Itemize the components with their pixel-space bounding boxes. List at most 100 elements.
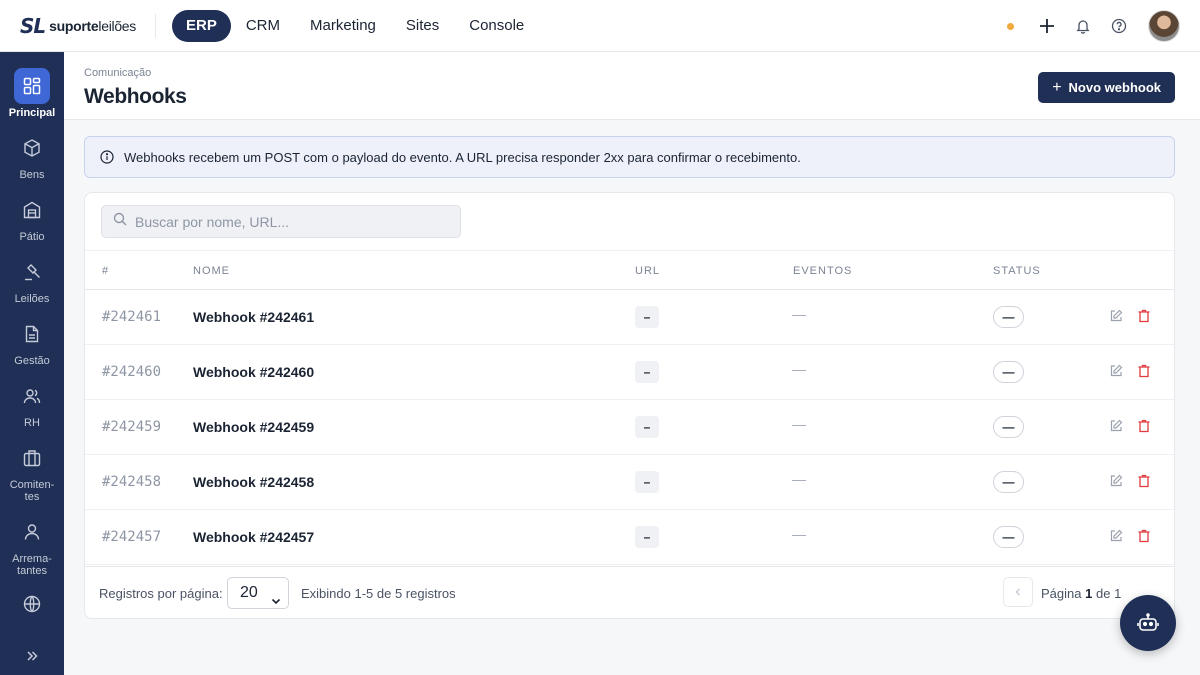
table-footer: Registros por página: 20 Exibindo 1-5 de… [85, 566, 1174, 618]
column-name[interactable]: Nome [193, 265, 230, 277]
row-id: #242458 [102, 474, 162, 490]
chevron-down-icon [270, 588, 282, 618]
row-url: – [635, 526, 659, 548]
records-summary: Exibindo 1-5 de 5 registros [301, 586, 456, 601]
edit-icon[interactable] [1109, 474, 1125, 490]
trash-icon[interactable] [1137, 529, 1153, 545]
column-events[interactable]: Eventos [793, 265, 852, 277]
sidebar-item-rh[interactable]: RH [0, 378, 64, 429]
row-status: — [993, 306, 1024, 328]
row-name[interactable]: Webhook #242459 [193, 419, 314, 435]
warehouse-icon [14, 192, 50, 228]
search-icon [113, 212, 127, 231]
sidebar-item-bens[interactable]: Bens [0, 130, 64, 181]
logo-mark: SL [20, 14, 46, 38]
breadcrumb[interactable]: Comunicação [84, 67, 151, 79]
per-page-value: 20 [240, 584, 258, 601]
row-id: #242461 [102, 309, 162, 325]
users-icon [14, 378, 50, 414]
page-title: Webhooks [84, 85, 187, 108]
column-status[interactable]: Status [993, 265, 1041, 277]
sidebar-item-gestao[interactable]: Gestão [0, 316, 64, 367]
row-events: — [792, 471, 806, 487]
top-nav: ERP CRM Marketing Sites Console [172, 10, 539, 42]
sidebar-item-label: Arrema- tantes [12, 553, 52, 577]
row-status: — [993, 471, 1024, 493]
chevron-left-icon [1015, 588, 1020, 596]
row-id: #242459 [102, 419, 162, 435]
column-url[interactable]: URL [635, 265, 660, 277]
sidebar-item-comitentes[interactable]: Comiten- tes [0, 440, 64, 503]
row-status: — [993, 526, 1024, 548]
help-icon[interactable] [1108, 15, 1130, 37]
sidebar-item-label: Bens [19, 169, 45, 181]
sidebar-item-leiloes[interactable]: Leilões [0, 254, 64, 305]
row-url: – [635, 361, 659, 383]
row-id: #242457 [102, 529, 162, 545]
edit-icon[interactable] [1109, 309, 1125, 325]
table-row[interactable]: #242457 Webhook #242457 – — — [85, 510, 1174, 565]
prev-page-button[interactable] [1003, 577, 1033, 607]
globe-icon [14, 586, 50, 622]
row-events: — [792, 526, 806, 542]
sidebar-item-label: RH [24, 417, 40, 429]
trash-icon[interactable] [1137, 309, 1153, 325]
robot-icon [1137, 613, 1159, 631]
per-page-select[interactable]: 20 [227, 577, 289, 609]
nav-console[interactable]: Console [454, 10, 539, 42]
table-header: # Nome URL Eventos Status [85, 250, 1174, 290]
table-row[interactable]: #242460 Webhook #242460 – — — [85, 345, 1174, 400]
trash-icon[interactable] [1137, 474, 1153, 490]
nav-erp[interactable]: ERP [172, 10, 231, 42]
row-status: — [993, 416, 1024, 438]
per-page-label: Registros por página: [99, 586, 223, 601]
row-name[interactable]: Webhook #242461 [193, 309, 314, 325]
row-events: — [792, 306, 806, 322]
search-box [101, 205, 461, 238]
row-url: – [635, 306, 659, 328]
webhooks-card: # Nome URL Eventos Status #242461 Webhook… [84, 192, 1175, 619]
row-url: – [635, 416, 659, 438]
trash-icon[interactable] [1137, 419, 1153, 435]
row-name[interactable]: Webhook #242458 [193, 474, 314, 490]
row-name[interactable]: Webhook #242457 [193, 529, 314, 545]
sidebar-item-label: Comiten- tes [9, 479, 55, 503]
search-input[interactable] [135, 213, 435, 230]
nav-sites[interactable]: Sites [391, 10, 454, 42]
row-events: — [792, 416, 806, 432]
sidebar-item-arrematantes[interactable]: Arrema- tantes [0, 514, 64, 577]
gavel-icon [14, 254, 50, 290]
brand-logo[interactable]: SL suporteleilões [20, 13, 136, 39]
avatar[interactable] [1148, 10, 1180, 42]
edit-icon[interactable] [1109, 529, 1125, 545]
plus-icon: + [1052, 78, 1062, 96]
info-text: Webhooks recebem um POST com o payload d… [124, 149, 801, 165]
edit-icon[interactable] [1109, 364, 1125, 380]
bell-icon[interactable] [1072, 15, 1094, 37]
trash-icon[interactable] [1137, 364, 1153, 380]
table-row[interactable]: #242458 Webhook #242458 – — — [85, 455, 1174, 510]
table-row[interactable]: #242461 Webhook #242461 – — — [85, 290, 1174, 345]
column-id[interactable]: # [102, 265, 109, 277]
nav-crm[interactable]: CRM [231, 10, 295, 42]
plus-icon[interactable] [1036, 15, 1058, 37]
edit-icon[interactable] [1109, 419, 1125, 435]
sidebar-item-sites[interactable] [0, 586, 64, 622]
row-events: — [792, 361, 806, 377]
info-banner: Webhooks recebem um POST com o payload d… [84, 136, 1175, 178]
sidebar-item-patio[interactable]: Pátio [0, 192, 64, 243]
status-dot [1007, 22, 1014, 30]
table-row[interactable]: #242459 Webhook #242459 – — — [85, 400, 1174, 455]
sidebar-expand-button[interactable] [0, 638, 64, 674]
sidebar-item-principal[interactable]: Principal [0, 68, 64, 119]
info-icon [100, 150, 114, 164]
logo-text: suporteleilões [49, 18, 136, 34]
nav-marketing[interactable]: Marketing [295, 10, 391, 42]
row-name[interactable]: Webhook #242460 [193, 364, 314, 380]
new-webhook-button[interactable]: + Novo webhook [1038, 72, 1175, 103]
top-actions [1007, 10, 1180, 42]
assistant-bot-button[interactable] [1120, 595, 1176, 651]
row-status: — [993, 361, 1024, 383]
sidebar: Principal Bens Pátio Leilões Gestão RH C… [0, 52, 64, 675]
document-icon [14, 316, 50, 352]
